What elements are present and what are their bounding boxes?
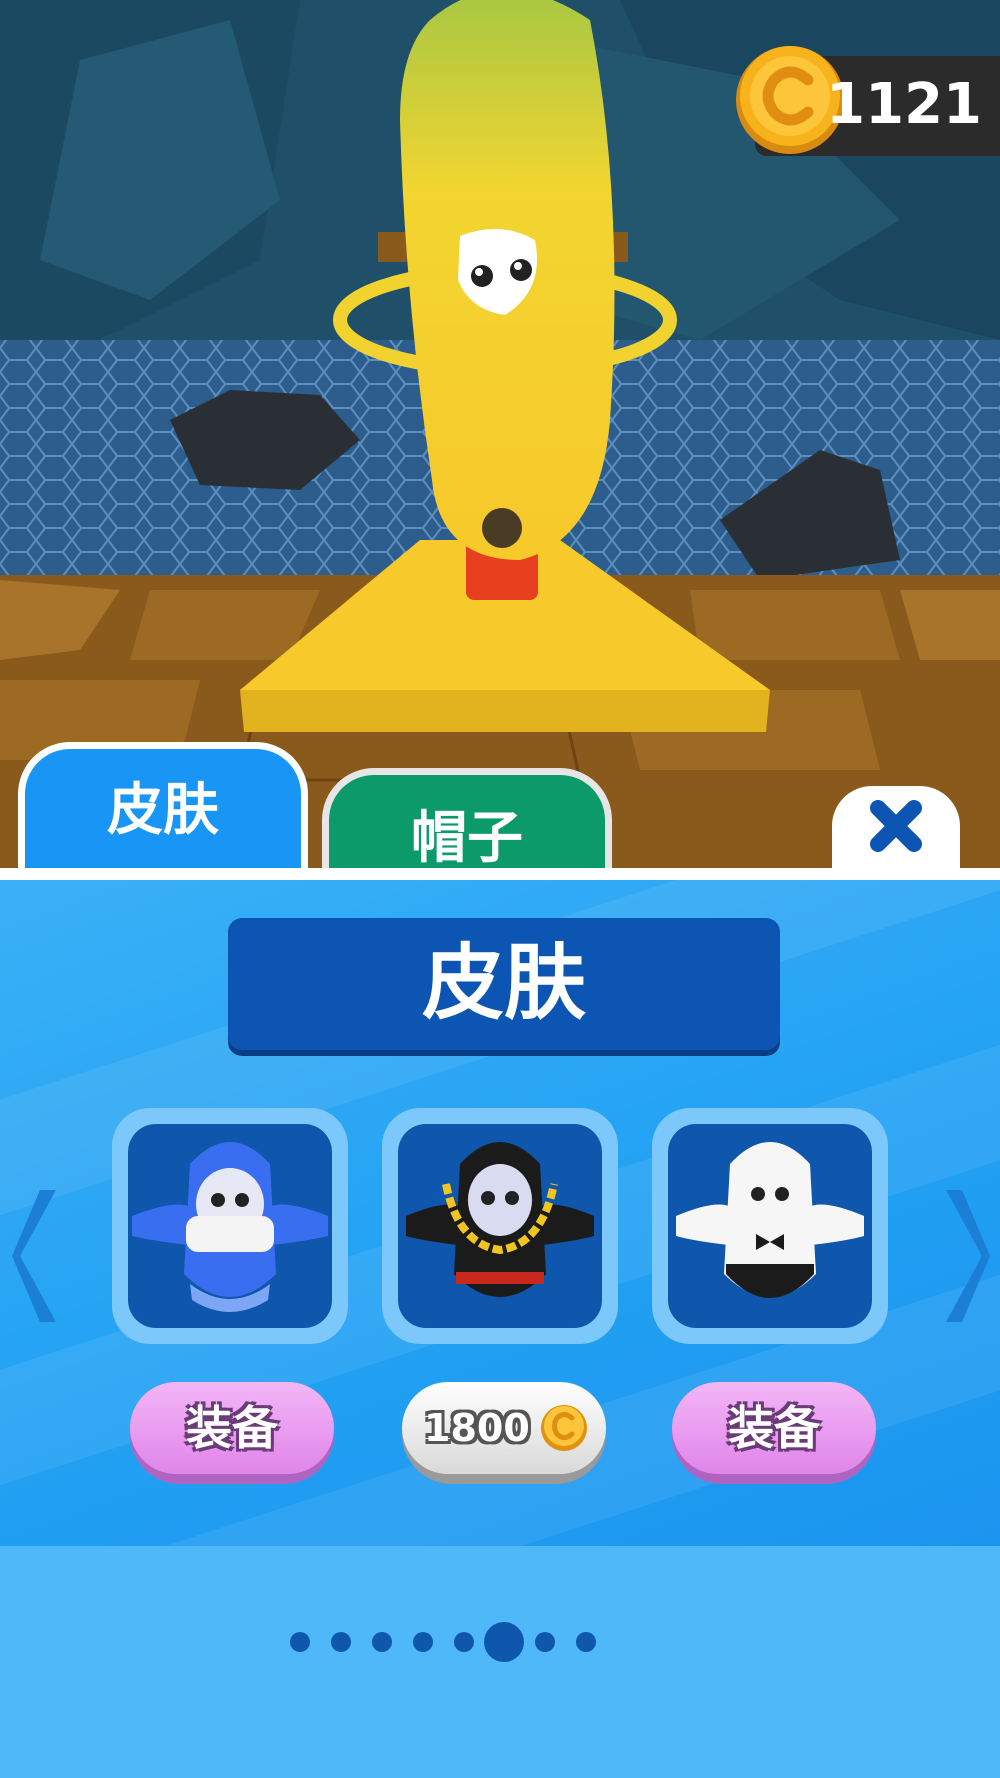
equip-button-label: 装备 xyxy=(130,1382,334,1474)
blue-masked-character-icon xyxy=(132,1142,328,1312)
shop-panel: 皮肤 装备 1800 装备 xyxy=(0,868,1000,1778)
page-dot[interactable] xyxy=(535,1632,555,1652)
skin-item-blue-masked[interactable] xyxy=(112,1108,348,1344)
equip-button-label: 装备 xyxy=(672,1382,876,1474)
page-dot[interactable] xyxy=(413,1632,433,1652)
page-dot[interactable] xyxy=(331,1632,351,1652)
buy-button-face: 1800 xyxy=(402,1382,606,1474)
coin-icon xyxy=(541,1405,587,1451)
page-dot[interactable] xyxy=(290,1632,310,1652)
skin-item-black-chain[interactable] xyxy=(382,1108,618,1344)
pagination xyxy=(0,1610,1000,1670)
page-dot[interactable] xyxy=(576,1632,596,1652)
tab-hats[interactable]: 帽子 xyxy=(322,768,612,871)
page-dot[interactable] xyxy=(372,1632,392,1652)
panel-title-box: 皮肤 xyxy=(228,918,780,1050)
tab-skins[interactable]: 皮肤 xyxy=(18,742,308,870)
black-chain-character-icon xyxy=(406,1142,594,1297)
coin-count: 1121 xyxy=(826,72,982,137)
skin-preview-frame xyxy=(398,1124,602,1328)
next-page-arrow-icon[interactable] xyxy=(932,1186,992,1326)
buy-button[interactable]: 1800 xyxy=(402,1382,606,1484)
prev-page-arrow-icon[interactable] xyxy=(10,1186,70,1326)
equip-button[interactable]: 装备 xyxy=(672,1382,876,1484)
close-icon xyxy=(870,800,922,852)
skin-preview-frame xyxy=(128,1124,332,1328)
page-dot-active[interactable] xyxy=(484,1622,524,1662)
shop-panel-body: 皮肤 装备 1800 装备 xyxy=(0,880,1000,1546)
panel-title: 皮肤 xyxy=(421,936,586,1031)
price-label: 1800 xyxy=(424,1406,530,1450)
close-button[interactable] xyxy=(832,786,960,870)
equip-button[interactable]: 装备 xyxy=(130,1382,334,1484)
skin-preview-frame xyxy=(668,1124,872,1328)
white-bowtie-character-icon xyxy=(676,1142,864,1298)
skin-item-white-bowtie[interactable] xyxy=(652,1108,888,1344)
page-dot[interactable] xyxy=(454,1632,474,1652)
